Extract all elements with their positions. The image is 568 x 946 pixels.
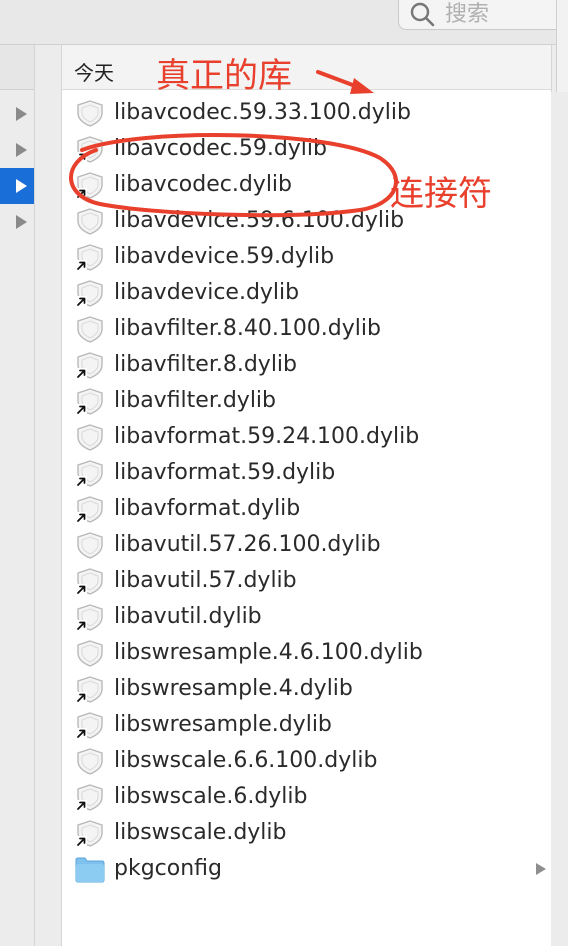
- annotation-symlink: 连接符: [390, 174, 492, 214]
- alias-library-icon: [76, 712, 103, 739]
- file-row[interactable]: libavdevice.dylib: [62, 275, 551, 311]
- parent-row[interactable]: [0, 168, 34, 204]
- toolbar: 搜索: [0, 0, 568, 45]
- file-name: libswresample.4.dylib: [114, 676, 353, 701]
- alias-library-icon: [76, 568, 103, 595]
- file-row[interactable]: libswscale.dylib: [62, 815, 551, 851]
- alias-library-icon: [76, 820, 103, 847]
- alias-library-icon: [76, 172, 103, 199]
- file-name: libavutil.dylib: [114, 604, 262, 629]
- file-row[interactable]: libavfilter.dylib: [62, 383, 551, 419]
- file-name: libswresample.dylib: [114, 712, 332, 737]
- file-name: libavfilter.8.40.100.dylib: [114, 316, 381, 341]
- file-name: libavdevice.59.6.100.dylib: [114, 208, 405, 233]
- alias-library-icon: [76, 280, 103, 307]
- file-name: pkgconfig: [114, 856, 222, 881]
- alias-library-icon: [76, 784, 103, 811]
- file-row[interactable]: libswscale.6.dylib: [62, 779, 551, 815]
- search-placeholder: 搜索: [445, 2, 490, 27]
- file-row[interactable]: libswscale.6.6.100.dylib: [62, 743, 551, 779]
- file-row[interactable]: libavutil.57.26.100.dylib: [62, 527, 551, 563]
- file-name: libavdevice.59.dylib: [114, 244, 335, 269]
- file-name: libavutil.57.26.100.dylib: [114, 532, 381, 557]
- alias-library-icon: [76, 388, 103, 415]
- column-gap: [35, 45, 61, 946]
- file-row[interactable]: libavformat.59.dylib: [62, 455, 551, 491]
- file-name: libavutil.57.dylib: [114, 568, 297, 593]
- file-name: libavformat.59.24.100.dylib: [114, 424, 420, 449]
- library-file-icon: [77, 100, 103, 127]
- annotation-real-library: 真正的库: [156, 56, 292, 96]
- file-name: libswresample.4.6.100.dylib: [114, 640, 423, 665]
- file-row[interactable]: libavformat.59.24.100.dylib: [62, 419, 551, 455]
- parent-row[interactable]: [0, 204, 34, 240]
- search-field[interactable]: 搜索: [398, 0, 568, 30]
- disclosure-triangle-icon[interactable]: [16, 143, 27, 157]
- disclosure-triangle-icon[interactable]: [16, 107, 27, 121]
- file-row[interactable]: libavcodec.59.33.100.dylib: [62, 95, 551, 131]
- file-row[interactable]: libavcodec.59.dylib: [62, 131, 551, 167]
- library-file-icon: [77, 316, 103, 343]
- alias-library-icon: [76, 460, 103, 487]
- parent-column-header: [0, 45, 34, 90]
- alias-library-icon: [76, 244, 103, 271]
- file-row[interactable]: libswresample.dylib: [62, 707, 551, 743]
- parent-row[interactable]: [0, 132, 34, 168]
- alias-library-icon: [76, 136, 103, 163]
- window-edge: [556, 0, 568, 92]
- file-row[interactable]: libswresample.4.6.100.dylib: [62, 635, 551, 671]
- chevron-right-icon[interactable]: [536, 863, 546, 875]
- file-name: libswscale.6.dylib: [114, 784, 308, 809]
- file-name: libavcodec.dylib: [114, 172, 293, 197]
- file-name: libavfilter.8.dylib: [114, 352, 298, 377]
- alias-library-icon: [76, 352, 103, 379]
- file-name: libswscale.6.6.100.dylib: [114, 748, 378, 773]
- library-file-icon: [77, 748, 103, 775]
- parent-row[interactable]: [0, 96, 34, 132]
- library-file-icon: [77, 424, 103, 451]
- file-name: libavcodec.59.dylib: [114, 136, 327, 161]
- library-file-icon: [77, 532, 103, 559]
- folder-row[interactable]: pkgconfig: [62, 851, 551, 887]
- file-name: libavdevice.dylib: [114, 280, 300, 305]
- file-row[interactable]: libavutil.57.dylib: [62, 563, 551, 599]
- folder-icon: [75, 857, 105, 883]
- file-name: libavfilter.dylib: [114, 388, 277, 413]
- alias-library-icon: [76, 676, 103, 703]
- file-name: libavcodec.59.33.100.dylib: [114, 100, 411, 125]
- file-name: libavformat.dylib: [114, 496, 301, 521]
- file-row[interactable]: libavfilter.8.dylib: [62, 347, 551, 383]
- file-row[interactable]: libavformat.dylib: [62, 491, 551, 527]
- file-name: libswscale.dylib: [114, 820, 287, 845]
- column-date-header: 今天: [74, 61, 114, 85]
- file-column-header: 今天: [62, 45, 551, 90]
- file-row[interactable]: libavfilter.8.40.100.dylib: [62, 311, 551, 347]
- search-icon: [410, 2, 435, 27]
- file-name: libavformat.59.dylib: [114, 460, 336, 485]
- library-file-icon: [77, 208, 103, 235]
- next-column: [551, 92, 568, 946]
- parent-column: [0, 45, 35, 946]
- alias-library-icon: [76, 604, 103, 631]
- file-row[interactable]: libswresample.4.dylib: [62, 671, 551, 707]
- disclosure-triangle-icon[interactable]: [16, 179, 27, 193]
- disclosure-triangle-icon[interactable]: [16, 215, 27, 229]
- file-row[interactable]: libavutil.dylib: [62, 599, 551, 635]
- alias-library-icon: [76, 496, 103, 523]
- library-file-icon: [77, 640, 103, 667]
- file-row[interactable]: libavdevice.59.dylib: [62, 239, 551, 275]
